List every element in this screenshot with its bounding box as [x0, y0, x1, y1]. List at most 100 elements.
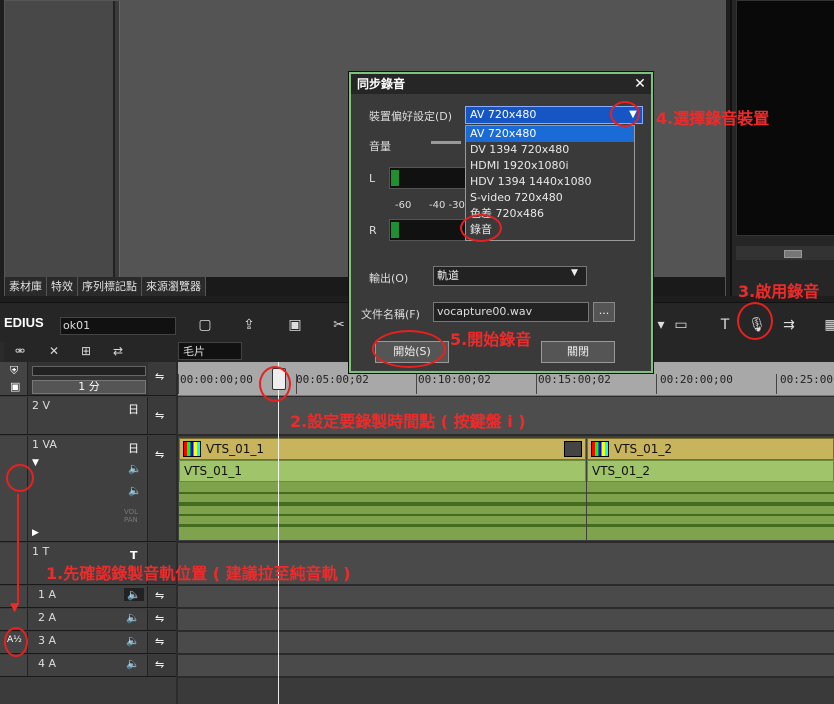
volume-label: 音量: [369, 140, 391, 153]
clip-thumbnail: [564, 441, 582, 457]
track-label: 4 A: [38, 657, 57, 670]
browse-button[interactable]: ...: [593, 302, 615, 322]
speaker-icon[interactable]: 🔈: [128, 462, 142, 475]
audio-clip-2[interactable]: VTS_01_2: [587, 460, 834, 482]
track-mid-4a: 4 A 🔈: [28, 655, 148, 676]
layout-icon[interactable]: ▦: [818, 315, 834, 335]
annotation-5: 5.開始錄音: [450, 330, 532, 349]
clip-name: VTS_01_2: [592, 464, 651, 478]
clip-name: VTS_01_1: [184, 464, 243, 478]
lock-icon[interactable]: ▣: [10, 380, 20, 393]
lane-4a[interactable]: [178, 655, 834, 677]
group-icon[interactable]: ⊞: [74, 342, 98, 360]
lane-2a[interactable]: [178, 609, 834, 631]
meter-scale: -60: [395, 200, 412, 211]
track-label: 1 T: [32, 545, 50, 558]
speaker-icon[interactable]: 🔈: [126, 611, 140, 624]
tab-source-browser[interactable]: 來源瀏覽器: [142, 277, 206, 296]
expand-icon[interactable]: ▼: [32, 458, 39, 468]
ruler-tick: 00:25:00;02: [780, 373, 834, 386]
device-option[interactable]: AV 720x480: [466, 126, 634, 142]
annotation-ring: [610, 101, 640, 127]
track-right-2a: ⇋: [148, 609, 176, 630]
filename-value: vocapture00.wav: [437, 305, 533, 318]
sync-arrows-icon[interactable]: ⇋: [155, 370, 164, 383]
track-mid-2a: 2 A 🔈: [28, 609, 148, 630]
annotation-ring: [372, 330, 446, 368]
device-value: AV 720x480: [470, 108, 537, 121]
project-name[interactable]: ok01: [60, 317, 176, 335]
sync-arrows-icon[interactable]: ⇋: [155, 635, 164, 648]
shield-icon: ⛨: [10, 364, 19, 377]
output-select[interactable]: 軌道: [433, 266, 587, 286]
scroll-thumb[interactable]: [784, 250, 802, 258]
clip-thumbnail: [183, 441, 201, 457]
track-mid-2v: 2 V 日: [28, 397, 148, 434]
chevron-down-icon[interactable]: ▼: [571, 268, 578, 278]
ripple-icon[interactable]: ✕: [42, 342, 66, 360]
speaker-icon[interactable]: 🔈: [126, 657, 140, 670]
device-option[interactable]: S-video 720x480: [466, 190, 634, 206]
video-icon[interactable]: 日: [128, 401, 139, 417]
device-option[interactable]: HDV 1394 1440x1080: [466, 174, 634, 190]
tab-sequence[interactable]: 毛片: [178, 342, 242, 360]
sync-arrows-icon[interactable]: ⇋: [155, 448, 164, 461]
tick-mark: [656, 374, 657, 394]
zoom-slider[interactable]: [32, 366, 146, 376]
track-header-4a[interactable]: 4 A 🔈 ⇋: [0, 655, 176, 677]
audio-clip-1[interactable]: VTS_01_1: [179, 460, 586, 482]
speaker-icon[interactable]: 🔈: [126, 634, 140, 647]
audio-waveform: [587, 482, 834, 540]
wave-line: [587, 514, 834, 516]
video-clip-1[interactable]: VTS_01_1: [179, 438, 586, 460]
video-icon[interactable]: 日: [128, 440, 139, 456]
sync-arrows-icon[interactable]: ⇋: [155, 612, 164, 625]
storyboard-icon[interactable]: ▭: [668, 315, 694, 335]
expand-icon[interactable]: ▶: [32, 528, 39, 538]
sync-icon[interactable]: ⚮: [8, 342, 32, 360]
lane-3a[interactable]: [178, 632, 834, 654]
tab-sequence-markers[interactable]: 序列標記點: [78, 277, 142, 296]
device-option[interactable]: HDMI 1920x1080i: [466, 158, 634, 174]
playhead-line[interactable]: [278, 362, 279, 704]
title-icon[interactable]: T: [712, 315, 738, 335]
device-option[interactable]: DV 1394 720x480: [466, 142, 634, 158]
track-mid-1va: 1 VA 日 🔈 🔈 VOL PAN ▼ ▶: [28, 436, 148, 541]
annotation-arrow: [17, 494, 19, 604]
sync-arrows-icon[interactable]: ⇋: [155, 658, 164, 671]
track-header-2v[interactable]: 2 V 日 ⇋: [0, 397, 176, 435]
insert-mode-icon[interactable]: ⇄: [106, 342, 130, 360]
track-right-4a: ⇋: [148, 655, 176, 676]
track-header-2a[interactable]: 2 A 🔈 ⇋: [0, 609, 176, 631]
folder-tree[interactable]: [5, 1, 115, 277]
video-clip-2[interactable]: VTS_01_2: [587, 438, 834, 460]
save-icon[interactable]: ▣: [282, 315, 308, 335]
tick-mark: [416, 374, 417, 394]
tick-mark: [536, 374, 537, 394]
meter-scale: -40 -30: [429, 200, 465, 211]
tick-mark: [776, 374, 777, 394]
lane-1a[interactable]: [178, 586, 834, 608]
open-project-icon[interactable]: ⇪: [236, 315, 262, 335]
new-sequence-icon[interactable]: ▢: [192, 315, 218, 335]
wave-line: [179, 492, 586, 494]
tab-effects[interactable]: 特效: [47, 277, 78, 296]
speaker-icon[interactable]: 🔈: [124, 588, 144, 601]
meter-fill: [391, 222, 399, 238]
close-button[interactable]: 關閉: [541, 341, 615, 363]
track-header-1a[interactable]: 1 A 🔈 ⇋: [0, 586, 176, 608]
annotation-ring: [259, 366, 291, 402]
sync-arrows-icon[interactable]: ⇋: [155, 409, 164, 422]
vol-pan-label[interactable]: VOL PAN: [124, 508, 138, 524]
close-icon[interactable]: ✕: [631, 75, 649, 93]
sync-arrows-icon[interactable]: ⇋: [155, 589, 164, 602]
timescale-select[interactable]: 1 分: [32, 380, 146, 394]
track-label: 3 A: [38, 634, 57, 647]
tab-asset-bin[interactable]: 素材庫: [5, 277, 47, 296]
filename-field[interactable]: vocapture00.wav: [433, 302, 589, 322]
output-icon[interactable]: ⇉: [776, 315, 802, 335]
track-left-2v: [0, 397, 28, 434]
annotation-ring: [737, 302, 773, 340]
volume-slider[interactable]: [431, 141, 461, 144]
speaker-icon[interactable]: 🔈: [128, 484, 142, 497]
